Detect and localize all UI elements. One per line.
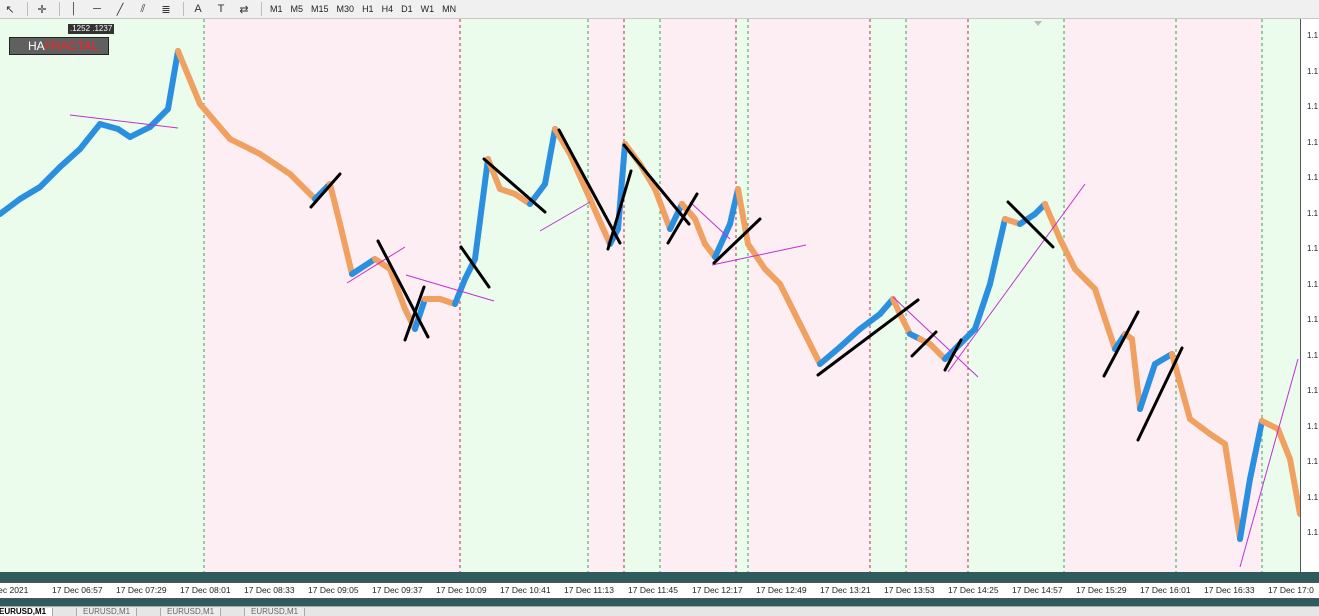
trendline-icon[interactable]: ╱ <box>110 1 130 17</box>
price-tick-label: 1.1 <box>1307 457 1319 466</box>
chart-toolbar: ↖ ✛ │ ─ ╱ ⫽ ≣ A T ⇄ M1 M5 M15 M30 H1 H4 D1 W1 MN <box>0 0 1319 19</box>
arrows-icon[interactable]: ⇄ <box>234 1 254 17</box>
price-tick-label: 1.1 <box>1307 208 1319 218</box>
time-label: 17 Dec 11:45 <box>628 585 678 595</box>
text-icon[interactable]: A <box>188 1 208 17</box>
timeframe-m1-button[interactable]: M1 <box>266 1 287 17</box>
price-tick-label: 1.1 <box>1307 31 1319 40</box>
chart-canvas[interactable] <box>0 19 1300 572</box>
price-tick-label: 1.1 <box>1307 421 1319 431</box>
vertical-line-icon[interactable]: │ <box>64 1 84 17</box>
price-axis[interactable]: 1.1 1.1 1.1 1.1 1.1 1.1 1.1 1.1 1.1 1.1 1.1 1.1 1.1 1… <box>1300 19 1319 572</box>
toolbar-separator <box>183 2 184 16</box>
time-label: 17 Dec 08:33 <box>244 585 295 595</box>
price-tag: .1252 .1237 <box>68 24 115 34</box>
session-band <box>748 19 870 572</box>
timeframe-m5-button[interactable]: M5 <box>287 1 308 17</box>
toolbar-separator <box>27 2 28 16</box>
time-label: 17 Dec 11:13 <box>564 585 614 595</box>
time-axis[interactable]: Dec 2021 17 Dec 06:57 17 Dec 07:29 17 Dec 0… <box>0 582 1319 599</box>
price-tick-label: 1.1 <box>1307 386 1319 395</box>
horizontal-line-icon[interactable]: ─ <box>87 1 107 17</box>
time-axis-band: Dec 2021 17 Dec 06:57 17 Dec 07:29 17 Dec 0… <box>0 572 1319 606</box>
price-tick-label: 1.1 <box>1307 102 1319 111</box>
session-band <box>588 19 624 572</box>
timeframe-m15-button[interactable]: M15 <box>307 1 333 17</box>
timeframe-w1-button[interactable]: W1 <box>417 1 439 17</box>
session-band <box>660 19 736 572</box>
price-tick-label: 1.1 <box>1307 244 1319 253</box>
time-label: 17 Dec 10:41 <box>500 585 551 595</box>
session-band <box>624 19 660 572</box>
time-label: 17 Dec 16:33 <box>1204 585 1255 595</box>
time-label: Dec 2021 <box>0 585 29 595</box>
time-label: 17 Dec 13:21 <box>820 585 871 595</box>
toolbar-separator <box>261 2 262 16</box>
price-tick-label: 1.1 <box>1307 350 1319 360</box>
text-label-icon[interactable]: T <box>211 1 231 17</box>
fibonacci-icon[interactable]: ≣ <box>156 1 176 17</box>
session-band <box>968 19 1064 572</box>
toolbar-separator <box>59 2 60 16</box>
time-label: 17 Dec 09:37 <box>372 585 423 595</box>
time-label: 17 Dec 14:57 <box>1012 585 1063 595</box>
price-tick-label: 1.1 <box>1307 173 1319 182</box>
time-label: 17 Dec 17:0 <box>1268 585 1314 595</box>
time-label: 17 Dec 12:17 <box>692 585 743 595</box>
price-tick-label: 1.1 <box>1307 66 1319 76</box>
timeframe-d1-button[interactable]: D1 <box>397 1 417 17</box>
crosshair-icon[interactable]: ✛ <box>32 1 52 17</box>
time-label: 17 Dec 12:49 <box>756 585 807 595</box>
indicator-ha-label: HA <box>28 39 45 53</box>
indicator-label[interactable]: HA FRACTAL <box>9 37 109 55</box>
time-label: 17 Dec 13:53 <box>884 585 935 595</box>
time-label: 17 Dec 06:57 <box>52 585 103 595</box>
timeframe-mn-button[interactable]: MN <box>438 1 460 17</box>
price-tick-label: 1.1 <box>1307 137 1319 147</box>
price-chart[interactable] <box>0 19 1300 572</box>
session-band <box>1064 19 1176 572</box>
session-band <box>460 19 588 572</box>
session-band <box>870 19 906 572</box>
equidistant-channel-icon[interactable]: ⫽ <box>133 1 153 17</box>
timeframe-m30-button[interactable]: M30 <box>333 1 359 17</box>
timeframe-h1-button[interactable]: H1 <box>358 1 378 17</box>
price-tick-label: 1.1 <box>1307 315 1319 324</box>
time-label: 17 Dec 09:05 <box>308 585 359 595</box>
price-tick-label: 1.1 <box>1307 528 1319 537</box>
time-label: 17 Dec 10:09 <box>436 585 487 595</box>
timeframe-h4-button[interactable]: H4 <box>378 1 398 17</box>
session-band <box>736 19 748 572</box>
cursor-icon[interactable]: ↖ <box>0 1 20 17</box>
drawing-tools: ↖ ✛ │ ─ ╱ ⫽ ≣ A T ⇄ <box>0 1 257 17</box>
time-label: 17 Dec 07:29 <box>116 585 167 595</box>
price-tick-label: 1.1 <box>1307 279 1319 289</box>
indicator-fractal-label: FRACTAL <box>44 39 99 53</box>
timeframe-buttons: M1 M5 M15 M30 H1 H4 D1 W1 MN <box>266 1 460 17</box>
time-label: 17 Dec 08:01 <box>180 585 231 595</box>
session-band <box>0 19 204 572</box>
time-label: 17 Dec 14:25 <box>948 585 999 595</box>
time-label: 17 Dec 16:01 <box>1140 585 1191 595</box>
session-band <box>906 19 968 572</box>
price-tick-label: 1.1 <box>1307 492 1319 502</box>
time-label: 17 Dec 15:29 <box>1076 585 1127 595</box>
